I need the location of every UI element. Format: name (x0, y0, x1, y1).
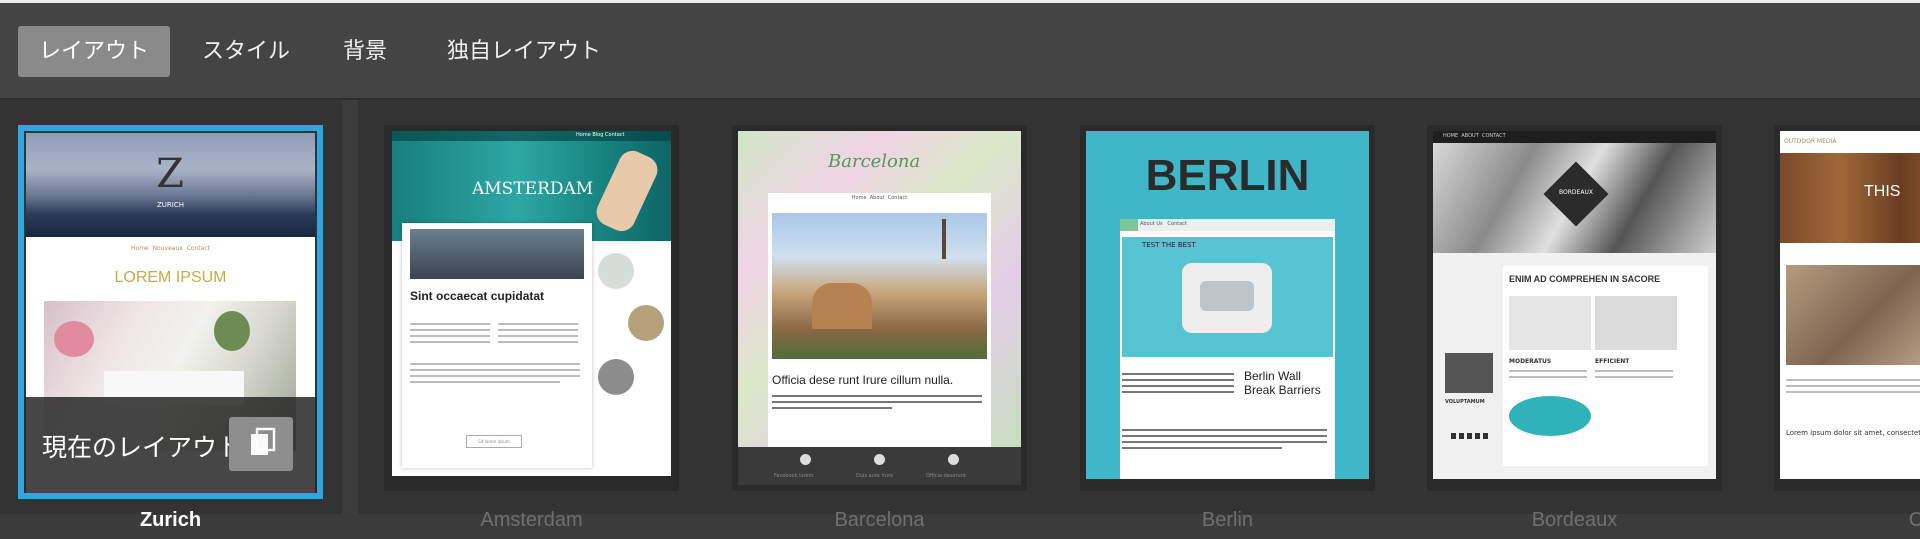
amsterdam-preview: Home Blog Contact AMSTERDAM Sint occaeca… (392, 131, 671, 476)
current-layout-overlay: 現在のレイアウト (24, 397, 317, 493)
tab-background[interactable]: 背景 (322, 26, 408, 77)
template-gallery: Z ZURICH Home Nouveaux Contact LOREM IPS… (0, 100, 1920, 531)
template-name: Barcelona (834, 509, 925, 531)
berlin-heading: Berlin Wall Break Barriers (1244, 369, 1321, 397)
tab-layout[interactable]: レイアウト (18, 26, 170, 77)
barcelona-footer: Facebook lorem Duis aute irure Officia d… (738, 447, 1021, 485)
template-name: Amsterdam (480, 509, 583, 531)
tab-bar: レイアウト スタイル 背景 独自レイアウト (0, 3, 1920, 100)
amsterdam-read-button: Sit lorem ipsum (466, 435, 522, 448)
template-card-barcelona[interactable]: Barcelona Home About Contact Officia des… (732, 125, 1027, 539)
gallery-divider (342, 100, 358, 514)
tab-custom-layout[interactable]: 独自レイアウト (420, 26, 628, 77)
bordeaux-heading: ENIM AD COMPREHEN IN SACORE (1509, 274, 1661, 284)
bordeaux-logo: BORDEAUX (1559, 189, 1593, 196)
amsterdam-heading: Sint occaecat cupidatat (410, 289, 545, 303)
tab-style[interactable]: スタイル (180, 26, 312, 77)
bordeaux-preview: HOME ABOUT CONTACT BORDEAUX ENIM AD COMP… (1433, 131, 1716, 479)
copy-icon (251, 427, 276, 455)
bordeaux-nav: HOME ABOUT CONTACT (1443, 133, 1506, 139)
current-layout-label: 現在のレイアウト (42, 433, 243, 462)
template-card-bordeaux[interactable]: HOME ABOUT CONTACT BORDEAUX ENIM AD COMP… (1427, 125, 1722, 539)
berlin-hero-image: TEST THE BEST (1122, 237, 1333, 357)
template-name: Zurich (139, 509, 202, 531)
template-card-amsterdam[interactable]: Home Blog Contact AMSTERDAM Sint occaeca… (384, 125, 679, 539)
template-name: Bordeaux (1531, 509, 1618, 531)
berlin-logo: BERLIN (1145, 151, 1310, 200)
barcelona-heading: Officia dese runt Irure cillum nulla. (772, 373, 954, 387)
barcelona-logo: Barcelona (828, 151, 921, 172)
barcelona-content: Home About Contact Officia dese runt Iru… (768, 193, 991, 447)
amsterdam-article: Sint occaecat cupidatat Sit lorem ipsum (402, 223, 592, 468)
template-card-zurich[interactable]: Z ZURICH Home Nouveaux Contact LOREM IPS… (18, 125, 323, 539)
berlin-preview: BERLIN About Us Contact TEST THE BEST Be… (1086, 131, 1369, 479)
amsterdam-nav: Home Blog Contact (576, 132, 625, 138)
template-card-partial[interactable]: OUTDOOR MEDIA THIS Lorem ipsum dolor sit… (1774, 125, 1920, 539)
copy-button[interactable] (229, 417, 293, 471)
barcelona-preview: Barcelona Home About Contact Officia des… (738, 131, 1021, 447)
template-name: Berlin (1201, 509, 1254, 531)
template-name: Ca (1908, 509, 1920, 531)
barcelona-hero-image (772, 213, 987, 359)
bordeaux-content: ENIM AD COMPREHEN IN SACORE MODERATUS EF… (1503, 266, 1708, 466)
partial-preview: OUTDOOR MEDIA THIS Lorem ipsum dolor sit… (1780, 131, 1920, 479)
amsterdam-logo: AMSTERDAM (472, 179, 594, 199)
template-card-berlin[interactable]: BERLIN About Us Contact TEST THE BEST Be… (1080, 125, 1375, 539)
berlin-content: About Us Contact TEST THE BEST Berlin Wa… (1120, 219, 1335, 479)
